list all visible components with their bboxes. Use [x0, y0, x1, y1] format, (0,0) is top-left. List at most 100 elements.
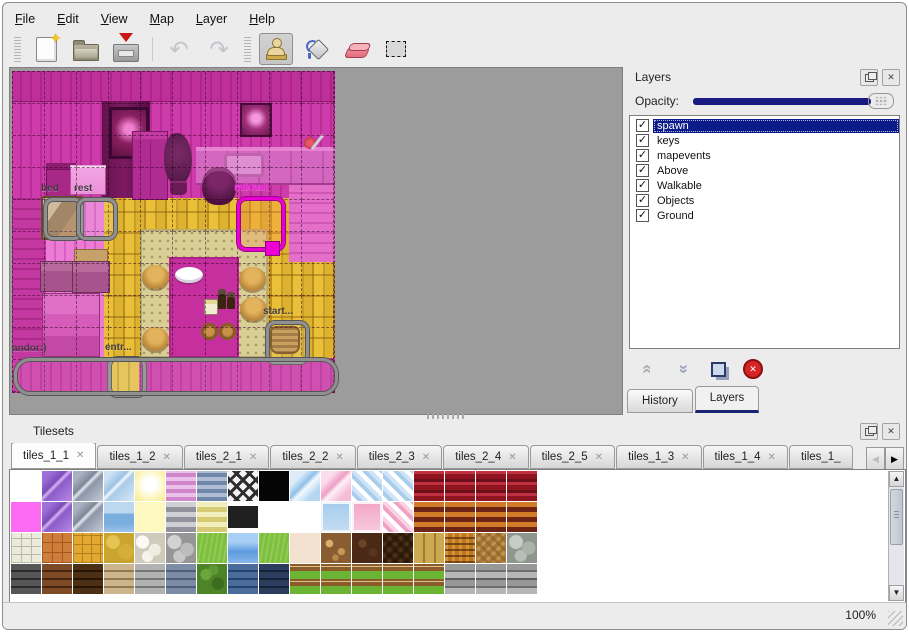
layer-list[interactable]: ✓spawn✓keys✓mapevents✓Above✓Walkable✓Obj…	[629, 115, 900, 349]
layer-row[interactable]: ✓Walkable	[630, 178, 899, 193]
tile-grassrow[interactable]	[414, 564, 445, 595]
tile-redbrick[interactable]	[445, 471, 476, 502]
tileset-tab-tiles_2_2[interactable]: tiles_2_2✕	[270, 445, 355, 469]
tile-blueglass[interactable]	[104, 471, 135, 502]
tile-darkdirt[interactable]	[352, 533, 383, 564]
tile-magenta[interactable]	[11, 502, 42, 533]
layer-row[interactable]: ✓Above	[630, 163, 899, 178]
layer-row[interactable]: ✓Objects	[630, 193, 899, 208]
tile-pinkwindow[interactable]	[352, 502, 383, 533]
splitter-handle[interactable]	[427, 414, 467, 419]
tile-yellowtile[interactable]	[73, 533, 104, 564]
float-panel-button[interactable]	[860, 69, 878, 86]
tab-close-icon[interactable]: ✕	[249, 452, 257, 463]
bucket-fill-button[interactable]	[299, 33, 333, 65]
tile-dirtflowers[interactable]	[321, 533, 352, 564]
tileset-tab-tiles_2_1[interactable]: tiles_2_1✕	[184, 445, 269, 469]
duplicate-layer-button[interactable]	[705, 357, 731, 381]
tile-graybrick[interactable]	[135, 564, 166, 595]
toolbar-drag-handle-2[interactable]	[244, 36, 251, 62]
scroll-tabs-right-button[interactable]: ▶	[885, 447, 904, 471]
tileset-tab-tiles_1_3[interactable]: tiles_1_3✕	[616, 445, 701, 469]
tab-close-icon[interactable]: ✕	[681, 452, 689, 463]
menu-file[interactable]: File	[15, 12, 35, 26]
tile-tanplanks[interactable]	[414, 533, 445, 564]
tileset-tab-tiles_1_[interactable]: tiles_1_	[789, 445, 853, 469]
scroll-down-button[interactable]: ▼	[889, 585, 904, 601]
scrollbar-thumb[interactable]	[890, 489, 903, 545]
tileset-scrollbar[interactable]: ▲ ▼	[888, 471, 904, 601]
scroll-up-button[interactable]: ▲	[889, 471, 904, 487]
tileset-tab-tiles_2_4[interactable]: tiles_2_4✕	[443, 445, 528, 469]
tile-pinkshine[interactable]	[321, 471, 352, 502]
tab-close-icon[interactable]: ✕	[422, 452, 430, 463]
tile-grayglass[interactable]	[73, 471, 104, 502]
scroll-tabs-left-button[interactable]: ◀	[866, 447, 885, 471]
tab-close-icon[interactable]: ✕	[76, 450, 84, 461]
raise-layer-button[interactable]: «	[635, 357, 661, 381]
tileset-tab-tiles_2_3[interactable]: tiles_2_3✕	[357, 445, 442, 469]
tile-blueshine[interactable]	[290, 471, 321, 502]
layer-visibility-checkbox[interactable]: ✓	[636, 209, 649, 222]
tile-hedge[interactable]	[197, 564, 228, 595]
map-object-andor[interactable]	[14, 358, 338, 395]
tile-bluewater2[interactable]	[104, 502, 135, 533]
tile-graystones[interactable]	[166, 533, 197, 564]
tile-grassrow[interactable]	[352, 564, 383, 595]
tile-stoneplank[interactable]	[445, 564, 476, 595]
tile-grass[interactable]	[197, 533, 228, 564]
opacity-slider[interactable]	[693, 98, 871, 105]
object-resize-handle[interactable]	[265, 241, 280, 256]
tile-pinkzigzag[interactable]	[383, 502, 414, 533]
save-button[interactable]	[109, 33, 143, 65]
tile-grassrow[interactable]	[383, 564, 414, 595]
stamp-brush-button[interactable]	[259, 33, 293, 65]
tile-darkherringbone[interactable]	[383, 533, 414, 564]
tile-graystripe[interactable]	[166, 502, 197, 533]
tile-yellowglow[interactable]	[135, 471, 166, 502]
map-object-rest[interactable]	[77, 198, 117, 240]
tile-whitepebbles[interactable]	[135, 533, 166, 564]
tile-orangetile[interactable]	[42, 533, 73, 564]
tile-empty[interactable]	[290, 502, 321, 533]
tile-bluegraybrick[interactable]	[166, 564, 197, 595]
tile-grayglass[interactable]	[73, 502, 104, 533]
tab-close-icon[interactable]: ✕	[768, 452, 776, 463]
tile-pinkstripe[interactable]	[166, 471, 197, 502]
tab-history[interactable]: History	[627, 389, 693, 413]
tab-close-icon[interactable]: ✕	[162, 452, 170, 463]
opacity-slider-handle[interactable]	[868, 93, 894, 109]
menu-layer[interactable]: Layer	[196, 12, 227, 26]
tile-grass[interactable]	[259, 533, 290, 564]
tile-redbrick[interactable]	[476, 471, 507, 502]
tile-water[interactable]	[228, 533, 259, 564]
tile-brownstripe[interactable]	[507, 502, 538, 533]
redo-button[interactable]: ↷	[202, 33, 236, 65]
tile-bluestripe[interactable]	[197, 471, 228, 502]
tile-tanbrick[interactable]	[104, 564, 135, 595]
layer-visibility-checkbox[interactable]: ✓	[636, 164, 649, 177]
tile-empty[interactable]	[259, 502, 290, 533]
map-canvas[interactable]: bedrestmikhailstart...entr...andor:)	[12, 71, 335, 393]
close-tilesets-button[interactable]: ✕	[882, 423, 900, 440]
tile-black[interactable]	[259, 471, 290, 502]
tile-darkbrick[interactable]	[11, 564, 42, 595]
tile-stonepath[interactable]	[11, 533, 42, 564]
tile-brownstripe[interactable]	[414, 502, 445, 533]
tile-redbrick[interactable]	[507, 471, 538, 502]
tileset-tab-tiles_1_1[interactable]: tiles_1_1✕	[11, 443, 96, 469]
layer-row[interactable]: ✓mapevents	[630, 148, 899, 163]
eraser-button[interactable]	[339, 33, 373, 65]
undo-button[interactable]: ↶	[162, 33, 196, 65]
tile-purpleglass[interactable]	[42, 502, 73, 533]
tile-yellowstone[interactable]	[104, 533, 135, 564]
tile-bluezigzag[interactable]	[352, 471, 383, 502]
resize-grip[interactable]	[888, 611, 903, 626]
tile-sand[interactable]	[290, 533, 321, 564]
toolbar-drag-handle[interactable]	[14, 36, 21, 62]
menu-edit[interactable]: Edit	[57, 12, 79, 26]
layer-row[interactable]: ✓spawn	[630, 118, 899, 133]
map-object-mikhail[interactable]	[237, 197, 285, 251]
menu-help[interactable]: Help	[249, 12, 275, 26]
tileset-tab-tiles_1_2[interactable]: tiles_1_2✕	[97, 445, 182, 469]
